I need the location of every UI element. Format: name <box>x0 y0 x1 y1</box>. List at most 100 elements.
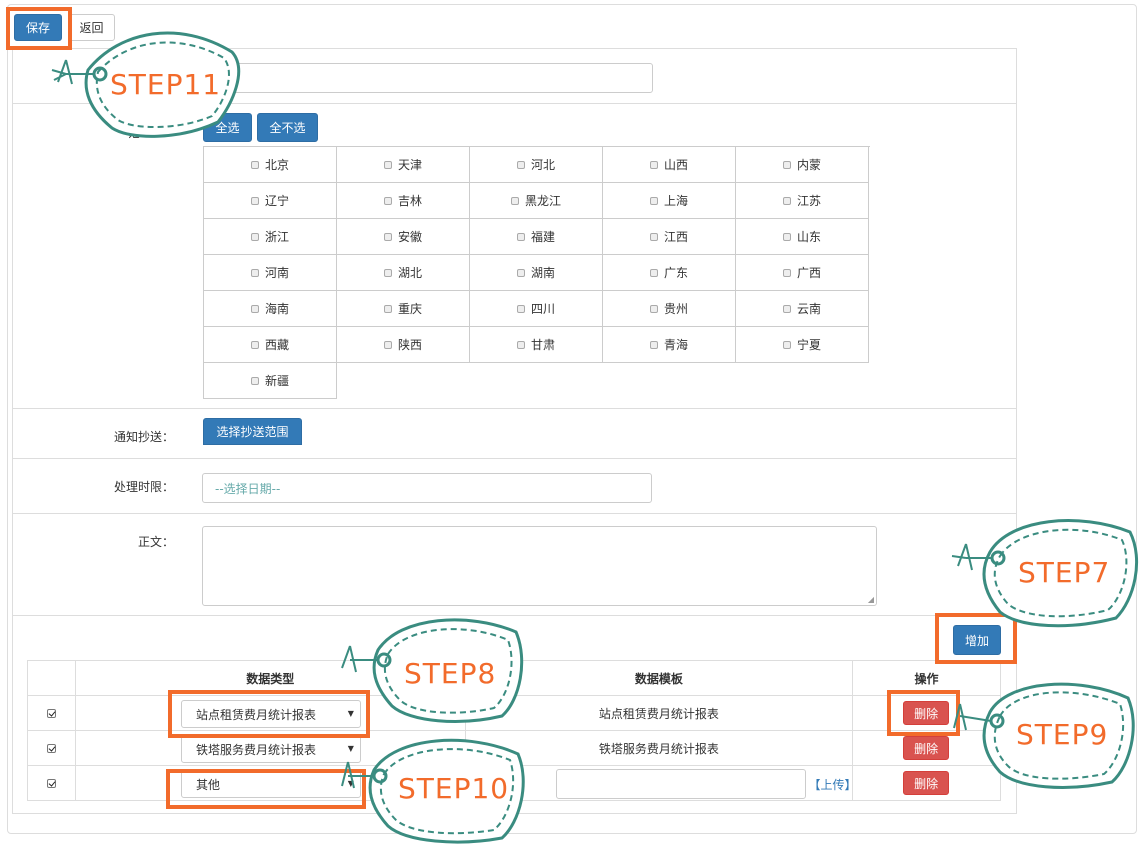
row-check-cell <box>27 695 76 731</box>
delete-button[interactable]: 删除 <box>903 771 950 795</box>
province-label: 江苏 <box>796 194 821 208</box>
province-option[interactable]: 湖南 <box>470 255 603 291</box>
template-file-input[interactable] <box>555 769 806 799</box>
province-option[interactable]: 吉林 <box>337 183 470 219</box>
province-option[interactable]: 福建 <box>470 219 603 255</box>
province-option[interactable]: 陕西 <box>337 327 470 363</box>
province-option[interactable]: 辽宁 <box>204 183 337 219</box>
province-option[interactable]: 江西 <box>603 219 736 255</box>
province-option[interactable]: 新疆 <box>204 363 337 399</box>
province-checkbox[interactable] <box>649 304 658 313</box>
province-label: 广东 <box>663 266 688 280</box>
select-none-button[interactable]: 全不选 <box>257 113 318 142</box>
upload-link[interactable]: 【上传】 <box>809 776 857 793</box>
province-checkbox[interactable] <box>383 340 392 349</box>
province-option[interactable]: 青海 <box>603 327 736 363</box>
province-checkbox[interactable] <box>516 304 525 313</box>
province-option[interactable]: 浙江 <box>204 219 337 255</box>
province-option[interactable]: 北京 <box>204 147 337 183</box>
province-option[interactable]: 宁夏 <box>736 327 869 363</box>
province-checkbox[interactable] <box>516 268 525 277</box>
province-label: 陕西 <box>397 338 422 352</box>
divider <box>13 103 1016 104</box>
province-option[interactable]: 重庆 <box>337 291 470 327</box>
province-checkbox[interactable] <box>649 340 658 349</box>
province-option[interactable]: 江苏 <box>736 183 869 219</box>
province-checkbox[interactable] <box>516 232 525 241</box>
step7-label: STEP7 <box>1018 556 1111 589</box>
deadline-date-input[interactable]: --选择日期-- <box>202 473 652 503</box>
province-option[interactable]: 天津 <box>337 147 470 183</box>
deadline-label: 处理时限： <box>114 480 175 494</box>
province-option[interactable]: 四川 <box>470 291 603 327</box>
province-label: 山东 <box>796 230 821 244</box>
select-all-button[interactable]: 全选 <box>203 113 252 142</box>
province-checkbox[interactable] <box>782 304 791 313</box>
province-checkbox[interactable] <box>250 304 259 313</box>
province-checkbox[interactable] <box>383 196 392 205</box>
province-label: 安徽 <box>397 230 422 244</box>
province-option[interactable]: 内蒙 <box>736 147 869 183</box>
province-checkbox[interactable] <box>383 268 392 277</box>
province-option[interactable]: 山西 <box>603 147 736 183</box>
province-option[interactable]: 广西 <box>736 255 869 291</box>
row-checkbox[interactable] <box>47 779 56 788</box>
province-checkbox[interactable] <box>383 160 392 169</box>
cc-range-button[interactable]: 选择抄送范围 <box>203 418 302 445</box>
cc-label: 通知抄送： <box>114 430 175 444</box>
province-checkbox[interactable] <box>782 160 791 169</box>
province-option[interactable]: 云南 <box>736 291 869 327</box>
province-label: 河南 <box>264 266 289 280</box>
province-checkbox[interactable] <box>250 196 259 205</box>
province-checkbox[interactable] <box>782 268 791 277</box>
divider <box>13 513 1016 514</box>
deadline-placeholder: --选择日期-- <box>215 481 281 496</box>
province-option[interactable]: 上海 <box>603 183 736 219</box>
province-label: 重庆 <box>397 302 422 316</box>
province-option[interactable]: 湖北 <box>337 255 470 291</box>
province-checkbox[interactable] <box>516 340 525 349</box>
province-option[interactable]: 广东 <box>603 255 736 291</box>
province-checkbox[interactable] <box>516 160 525 169</box>
data-type-select[interactable]: 铁塔服务费月统计报表 ▼ <box>180 735 361 763</box>
back-button[interactable]: 返回 <box>68 14 115 41</box>
province-option[interactable]: 西藏 <box>204 327 337 363</box>
province-option[interactable]: 贵州 <box>603 291 736 327</box>
province-checkbox[interactable] <box>250 376 259 385</box>
province-checkbox[interactable] <box>510 196 519 205</box>
province-option[interactable]: 海南 <box>204 291 337 327</box>
province-option[interactable]: 黑龙江 <box>470 183 603 219</box>
province-option[interactable]: 河北 <box>470 147 603 183</box>
delete-button[interactable]: 删除 <box>903 736 950 760</box>
province-checkbox[interactable] <box>649 160 658 169</box>
province-checkbox[interactable] <box>250 268 259 277</box>
province-checkbox[interactable] <box>782 340 791 349</box>
province-checkbox[interactable] <box>782 232 791 241</box>
province-label: 甘肃 <box>530 338 555 352</box>
data-type-value: 铁塔服务费月统计报表 <box>195 742 316 757</box>
province-option[interactable]: 河南 <box>204 255 337 291</box>
province-checkbox[interactable] <box>782 196 791 205</box>
body-textarea[interactable]: ◢ <box>202 526 877 606</box>
province-checkbox[interactable] <box>383 304 392 313</box>
province-checkbox[interactable] <box>649 268 658 277</box>
template-cell: 站点租赁费月统计报表 <box>464 695 854 731</box>
province-label: 福建 <box>530 230 555 244</box>
row-checkbox[interactable] <box>47 744 56 753</box>
province-label: 河北 <box>530 158 555 172</box>
province-checkbox[interactable] <box>649 196 658 205</box>
province-checkbox[interactable] <box>383 232 392 241</box>
province-option[interactable]: 山东 <box>736 219 869 255</box>
province-checkbox[interactable] <box>250 232 259 241</box>
province-option[interactable]: 甘肃 <box>470 327 603 363</box>
province-option[interactable]: 安徽 <box>337 219 470 255</box>
province-checkbox[interactable] <box>649 232 658 241</box>
province-label: 海南 <box>264 302 289 316</box>
row-checkbox[interactable] <box>47 709 56 718</box>
title-input[interactable] <box>203 63 653 93</box>
province-label: 云南 <box>796 302 821 316</box>
province-checkbox[interactable] <box>250 340 259 349</box>
province-label: 吉林 <box>397 194 422 208</box>
province-checkbox[interactable] <box>250 160 259 169</box>
resize-handle-icon[interactable]: ◢ <box>868 595 874 604</box>
